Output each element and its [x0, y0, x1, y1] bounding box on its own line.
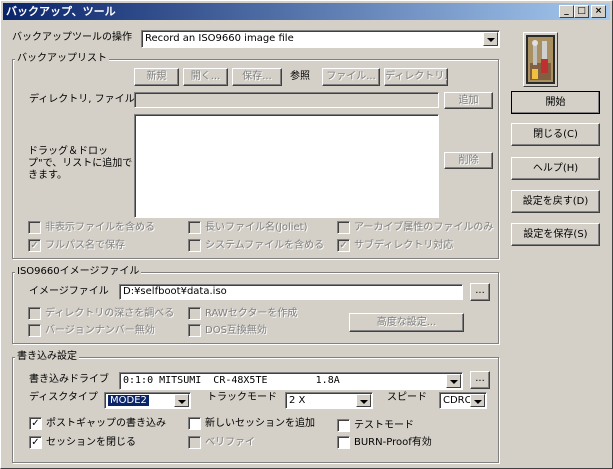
joliet-checkbox[interactable]: 長いファイル名(Joliet) [188, 221, 308, 234]
checkmark-icon: ✓ [337, 239, 350, 252]
drag-drop-label: ドラッグ＆ドロップ"で、リストに追加できます。 [28, 146, 133, 181]
browse-label: 参照 [290, 71, 310, 82]
drive-select[interactable]: 0:1:0 MITSUMI CR-48X5TE 1.8A [119, 372, 463, 390]
remove-button[interactable]: 削除 [444, 152, 493, 169]
checkbox-box [188, 239, 201, 252]
include-system-checkbox[interactable]: システムファイルを含める [188, 239, 324, 252]
iso-image-title: ISO9660イメージファイル [15, 266, 142, 278]
drive-label: 書き込みドライブ [29, 374, 109, 385]
image-file-label: イメージファイル [29, 286, 109, 297]
image-file-input[interactable]: D:¥selfboot¥data.iso [119, 284, 463, 300]
chevron-down-icon[interactable] [446, 374, 461, 388]
full-path-checkbox[interactable]: ✓ フルパス名で保存 [28, 239, 125, 252]
directory-button[interactable]: ディレクトリ... [384, 68, 448, 86]
file-button[interactable]: ファイル... [322, 68, 380, 86]
disc-type-label: ディスクタイプ [29, 392, 98, 403]
main-window: バックアップ、ツール _ □ × バックアップツールの操作 Record an … [0, 0, 613, 469]
maximize-button[interactable]: □ [574, 5, 589, 18]
checkbox-box [188, 436, 201, 449]
window-title: バックアップ、ツール [6, 5, 116, 18]
close-session-checkbox[interactable]: ✓ セッションを閉じる [29, 436, 136, 449]
checkbox-box [188, 417, 201, 430]
tools-icon-graphic [526, 35, 555, 84]
track-mode-label: トラックモード [207, 392, 277, 403]
track-mode-select[interactable]: 2 X [285, 392, 373, 409]
write-settings-title: 書き込み設定 [15, 351, 79, 363]
speed-select[interactable]: CDRO [439, 392, 487, 409]
image-browse-button[interactable]: ... [470, 283, 490, 301]
chevron-down-icon[interactable] [483, 32, 498, 46]
advanced-settings-button[interactable]: 高度な設定... [349, 313, 464, 332]
verify-checkbox[interactable]: ベリファイ [188, 436, 255, 449]
new-session-checkbox[interactable]: 新しいセッションを追加 [188, 417, 315, 430]
checkbox-box [188, 324, 201, 337]
save-list-button[interactable]: 保存... [232, 68, 282, 86]
checkbox-box [188, 221, 201, 234]
operation-select[interactable]: Record an ISO9660 image file [141, 30, 500, 48]
save-settings-button[interactable]: 設定を保存(S) [511, 223, 600, 246]
checkbox-box [28, 221, 41, 234]
checkbox-box [337, 419, 350, 432]
dir-file-label: ディレクトリ, ファイル [29, 94, 135, 105]
drive-browse-button[interactable]: ... [470, 371, 490, 389]
version-number-checkbox[interactable]: バージョンナンバー無効 [28, 324, 155, 337]
checkmark-icon: ✓ [28, 239, 41, 252]
tools-icon [523, 32, 558, 87]
chevron-down-icon[interactable] [470, 394, 485, 407]
archive-only-checkbox[interactable]: アーカイブ属性のファイルのみ [337, 221, 493, 234]
chevron-down-icon[interactable] [356, 394, 371, 407]
minimize-button[interactable]: _ [559, 5, 574, 18]
start-button[interactable]: 開始 [511, 91, 600, 114]
new-button[interactable]: 新規 [134, 68, 179, 86]
checkbox-box [188, 307, 201, 320]
checkmark-icon: ✓ [29, 417, 42, 430]
open-button[interactable]: 開く... [183, 68, 228, 86]
chevron-down-icon[interactable] [174, 394, 189, 407]
dos-compat-checkbox[interactable]: DOS互換無効 [188, 324, 267, 337]
dir-file-input[interactable] [134, 92, 439, 108]
checkbox-box [28, 307, 41, 320]
include-hidden-checkbox[interactable]: 非表示ファイルを含める [28, 221, 155, 234]
test-mode-checkbox[interactable]: テストモード [337, 419, 414, 432]
check-depth-checkbox[interactable]: ディレクトリの深さを調べる [28, 307, 174, 320]
checkbox-box [337, 436, 350, 449]
raw-sector-checkbox[interactable]: RAWセクターを作成 [188, 307, 297, 320]
checkbox-box [337, 221, 350, 234]
help-button[interactable]: ヘルプ(H) [511, 157, 600, 180]
post-gap-checkbox[interactable]: ✓ ポストギャップの書き込み [29, 417, 166, 430]
checkbox-box [28, 324, 41, 337]
close-window-button[interactable]: × [591, 5, 606, 18]
backup-file-list[interactable] [134, 114, 439, 218]
speed-label: スピード [387, 392, 427, 403]
backup-list-title: バックアップリスト [15, 53, 109, 65]
restore-settings-button[interactable]: 設定を戻す(D) [511, 190, 600, 213]
disc-type-value: MODE2 [108, 395, 149, 406]
operation-label: バックアップツールの操作 [12, 32, 132, 43]
disc-type-select[interactable]: MODE2 [104, 392, 191, 409]
close-button[interactable]: 閉じる(C) [511, 123, 600, 146]
subdirectory-checkbox[interactable]: ✓ サブディレクトリ対応 [337, 239, 453, 252]
title-bar[interactable]: バックアップ、ツール _ □ × [3, 3, 610, 20]
add-button[interactable]: 追加 [444, 92, 493, 109]
checkmark-icon: ✓ [29, 436, 42, 449]
burn-proof-checkbox[interactable]: BURN-Proof有効 [337, 436, 432, 449]
